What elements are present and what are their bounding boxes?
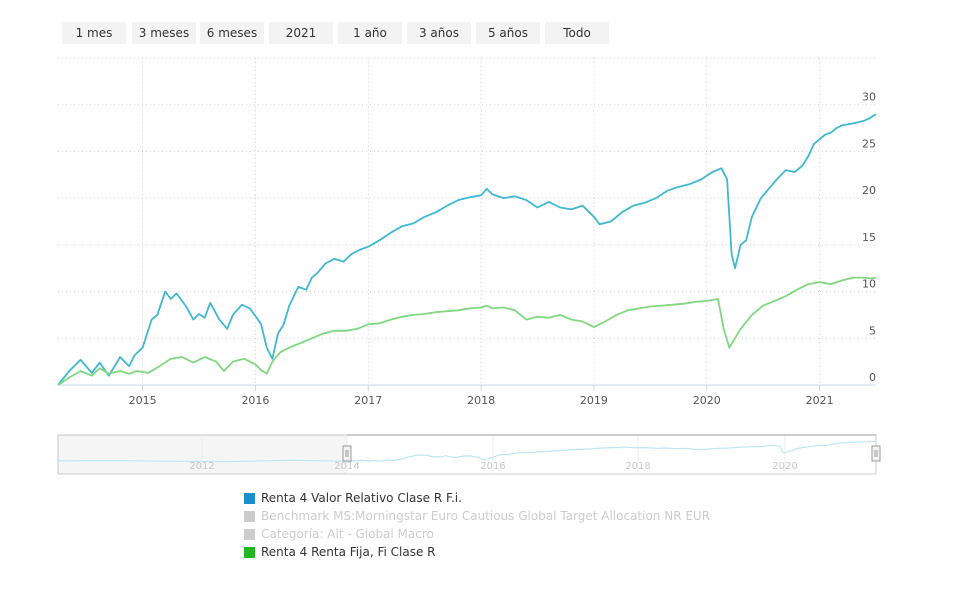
legend-item-benchmark[interactable]: Benchmark MS:Morningstar Euro Cautious G…: [244, 507, 710, 525]
nav-tick-label: 2018: [625, 461, 650, 472]
y-tick-label: 25: [862, 137, 876, 150]
y-tick-label: 30: [862, 91, 876, 104]
series-line-3[interactable]: [57, 276, 877, 386]
legend-label: Categoría: Alt - Global Macro: [261, 527, 434, 541]
y-tick-label: 15: [862, 231, 876, 244]
x-tick-label: 2020: [693, 394, 721, 407]
nav-tick-label: 2014: [334, 461, 359, 472]
legend-item-categoria[interactable]: Categoría: Alt - Global Macro: [244, 525, 710, 543]
legend-swatch: [244, 546, 255, 558]
series-lines: [57, 113, 877, 386]
legend-swatch: [244, 492, 255, 504]
y-tick-label: 20: [862, 184, 876, 197]
y-tick-label: 0: [869, 371, 876, 384]
y-tick-label: 10: [862, 278, 876, 291]
legend-swatch: [244, 510, 255, 522]
navigator-handle-left[interactable]: [342, 445, 352, 462]
legend-swatch: [244, 528, 255, 540]
chart-area: 0 5 10 15 20 25 30 2015 2016 2017 2018 2019 2020 202…: [57, 57, 881, 475]
x-tick-label: 2019: [580, 394, 608, 407]
series-line-0[interactable]: [57, 113, 877, 386]
y-tick-label: 5: [869, 324, 876, 337]
x-tick-label: 2016: [241, 394, 269, 407]
legend-label: Renta 4 Valor Relativo Clase R F.i.: [261, 491, 462, 505]
navigator[interactable]: 2012 2014 2016 2018 2020: [57, 434, 881, 475]
navigator-handle-right[interactable]: [871, 445, 881, 462]
nav-tick-label: 2012: [189, 461, 214, 472]
x-axis-labels: 2015 2016 2017 2018 2019 2020 2021: [129, 385, 834, 407]
x-tick-label: 2015: [129, 394, 157, 407]
x-tick-label: 2021: [806, 394, 834, 407]
vertical-grid: [142, 58, 821, 385]
nav-tick-label: 2020: [772, 461, 797, 472]
legend-item-renta4-valor-relativo[interactable]: Renta 4 Valor Relativo Clase R F.i.: [244, 489, 710, 507]
legend-item-renta4-renta-fija[interactable]: Renta 4 Renta Fija, Fi Clase R: [244, 543, 710, 561]
legend-label: Renta 4 Renta Fija, Fi Clase R: [261, 545, 436, 559]
y-axis-labels: 0 5 10 15 20 25 30: [862, 91, 876, 384]
legend-label: Benchmark MS:Morningstar Euro Cautious G…: [261, 509, 711, 523]
legend: Renta 4 Valor Relativo Clase R F.i. Benc…: [244, 489, 710, 561]
x-tick-label: 2017: [354, 394, 382, 407]
nav-tick-label: 2016: [480, 461, 505, 472]
x-tick-label: 2018: [467, 394, 495, 407]
